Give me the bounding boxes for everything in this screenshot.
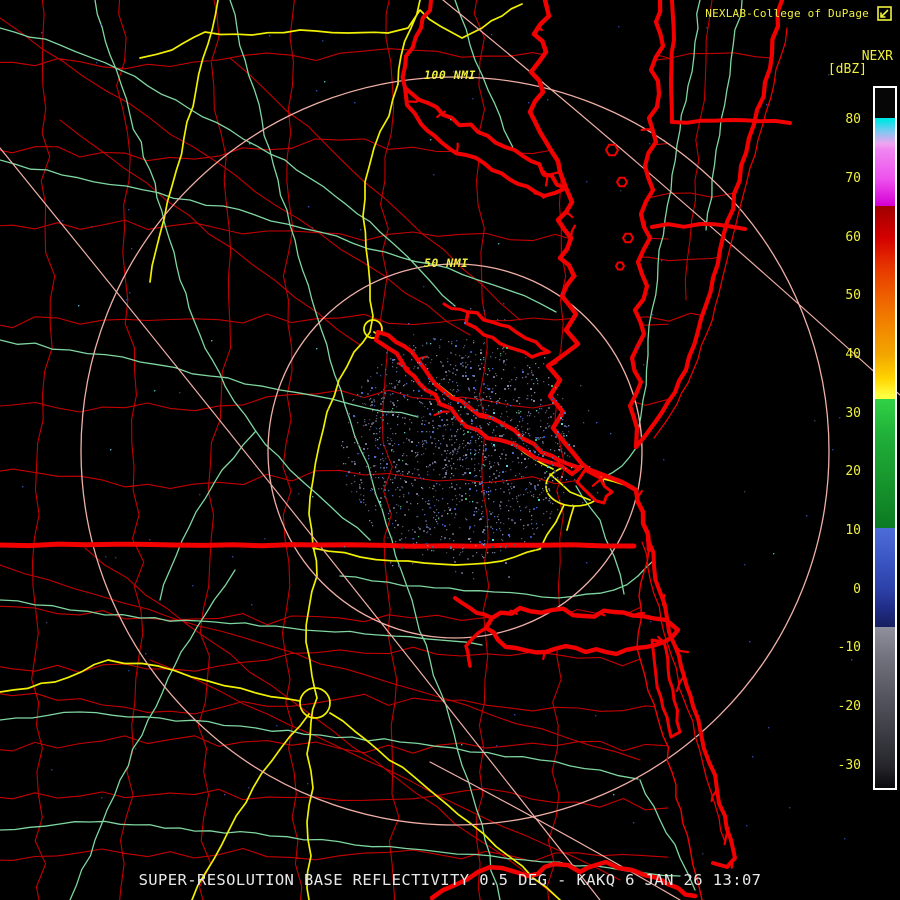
- range-ring-label-50: 50 NMI: [424, 256, 469, 270]
- colorbar-tick-label: 40: [811, 347, 861, 362]
- colorbar-gradient: [875, 88, 895, 788]
- radar-display: NEXLAB-College of DuPage NEXR [dBZ] 8070…: [0, 0, 900, 900]
- colorbar-tick-label: 20: [811, 464, 861, 479]
- colorbar-tick-label: -10: [811, 640, 861, 655]
- colorbar-tick-label: 60: [811, 230, 861, 245]
- colorbar-tick-label: -20: [811, 699, 861, 714]
- colorbar: [873, 86, 897, 790]
- status-bar: SUPER-RESOLUTION BASE REFLECTIVITY 0.5 D…: [0, 871, 900, 889]
- range-ring-label-100: 100 NMI: [424, 68, 476, 82]
- colorbar-tick-label: 80: [811, 112, 861, 127]
- colorbar-tick-label: -30: [811, 758, 861, 773]
- radar-map: [0, 0, 900, 900]
- colorbar-tick-label: 10: [811, 523, 861, 538]
- colorbar-tick-label: 50: [811, 288, 861, 303]
- colorbar-tick-label: 0: [811, 582, 861, 597]
- colorbar-tick-label: 30: [811, 406, 861, 421]
- colorbar-tick-label: 70: [811, 171, 861, 186]
